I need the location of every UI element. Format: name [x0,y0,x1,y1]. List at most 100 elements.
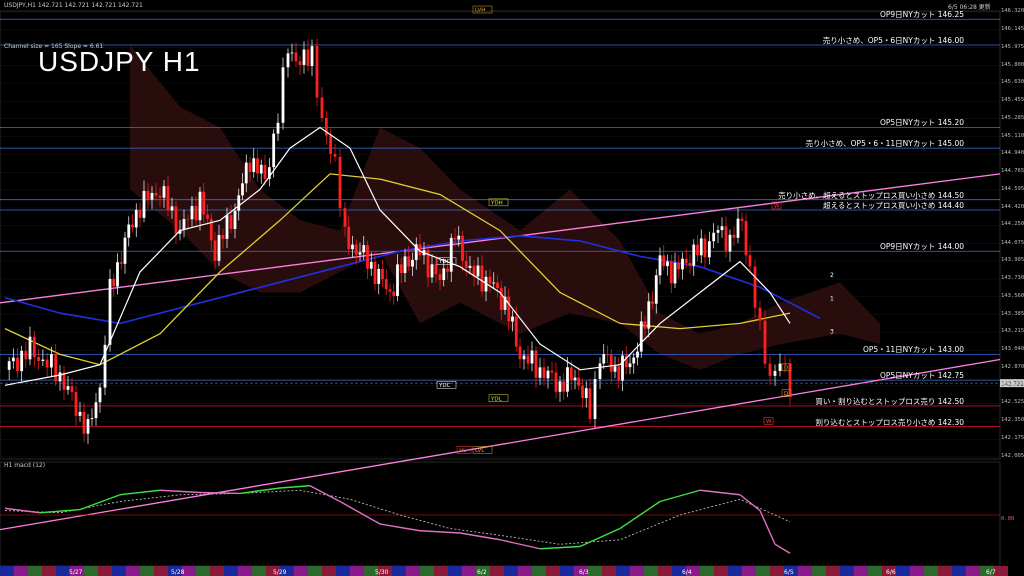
candle-body-8 [41,359,45,361]
time-bar-cell-66 [924,566,938,576]
level-label-3: 売り小さめ、OP5・6・11日NYカット 145.00 [805,139,964,149]
marker-label-1: YDH [490,200,503,206]
time-bar-cell-29 [406,566,420,576]
candle-body-148 [598,363,602,380]
candle-body-81 [338,156,342,209]
candle-body-68 [281,67,285,123]
time-bar-cell-47 [658,566,672,576]
macd-main-seg-1 [39,508,81,514]
candle-body-72 [298,61,302,65]
candle-body-7 [37,356,40,361]
candle-body-132 [534,350,538,378]
candle-body-69 [286,53,290,68]
price-tick-25: 142.005 [1001,452,1024,459]
candle-body-28 [123,237,127,264]
candle-body-109 [446,268,449,272]
candle-body-117 [476,265,480,277]
price-tick-22: 142.525 [1001,399,1024,406]
candle-body-160 [643,321,647,329]
candle-body-149 [602,354,606,364]
candle-body-49 [206,214,209,219]
candle-body-142 [573,377,577,381]
x-label-8: 6/6 [886,569,896,576]
candle-body-3 [20,350,24,372]
candle-body-24 [108,278,112,345]
macd-main-seg-4 [159,489,201,494]
candle-body-5 [28,336,32,360]
macd-main-seg-9 [339,500,381,525]
price-tick-18: 143.215 [1001,328,1024,335]
candle-body-67 [276,122,280,134]
candle-body-71 [294,52,298,62]
candle-body-165 [662,255,666,267]
time-bar-cell-54 [756,566,770,576]
candle-body-179 [716,230,720,233]
candle-body-112 [457,235,461,240]
candle-body-37 [158,195,162,198]
candle-body-36 [154,192,158,196]
candle-body-59 [244,162,248,184]
candle-body-111 [453,237,457,240]
price-tick-9: 144.765 [1001,168,1024,175]
candle-body-105 [430,264,434,278]
candle-body-22 [98,387,102,403]
candle-body-135 [546,370,550,379]
candle-body-39 [166,186,170,211]
candle-body-154 [621,355,624,381]
candle-body-95 [392,291,396,296]
x-label-6: 6/4 [682,569,692,576]
candle-body-113 [461,235,464,261]
candle-body-79 [329,135,333,155]
marker-label-2: YDO [438,259,452,265]
level-label-6: OP9日NYカット 144.00 [879,242,964,252]
time-bar-cell-28 [392,566,406,576]
candle-body-80 [333,154,337,157]
marker-label-4: YDL [490,396,503,402]
candle-body-181 [724,226,728,252]
time-bar-cell-11 [154,566,168,576]
time-bar-cell-51 [714,566,728,576]
candle-body-14 [66,386,70,390]
candle-body-16 [74,392,78,416]
time-bar-cell-57 [798,566,812,576]
candle-body-153 [617,366,621,381]
macd-main-seg-19 [739,494,761,512]
time-bar-cell-68 [952,566,966,576]
candle-body-85 [354,244,358,255]
candle-body-159 [639,321,643,352]
candle-body-93 [384,279,388,290]
time-bar-cell-14 [196,566,210,576]
price-tick-3: 145.800 [1001,61,1024,68]
time-bar-cell-7 [98,566,112,576]
level-label-1: 売り小さめ、OP5・6日NYカット 146.00 [822,35,964,45]
candle-body-186 [744,221,748,256]
price-tick-11: 144.420 [1001,203,1024,210]
candle-body-73 [302,49,306,65]
macd-main-seg-8 [309,485,341,503]
candle-body-110 [449,237,453,272]
candle-body-94 [388,289,392,292]
candle-body-130 [526,355,530,364]
candle-body-21 [94,402,98,419]
time-bar-cell-31 [434,566,448,576]
time-bar-cell-71 [994,566,1008,576]
time-bar-cell-39 [546,566,560,576]
candle-body-34 [146,190,150,200]
candle-body-175 [699,238,703,256]
time-bar-cell-35 [490,566,504,576]
candle-body-136 [550,370,554,373]
candle-body-141 [569,367,573,381]
x-label-1: 5/28 [171,569,185,576]
candle-body-156 [628,363,632,368]
candle-body-98 [403,256,407,274]
x-label-7: 6/5 [784,569,794,576]
time-bar-cell-30 [420,566,434,576]
candle-body-12 [58,372,62,382]
macd-main-seg-17 [659,489,701,503]
macd-zero-label: 0.00 [1001,516,1015,522]
time-bar-cell-60 [840,566,854,576]
time-bar-cell-6 [84,566,98,576]
candle-body-170 [681,258,684,270]
candle-body-0 [7,361,11,370]
candle-body-13 [62,372,66,390]
